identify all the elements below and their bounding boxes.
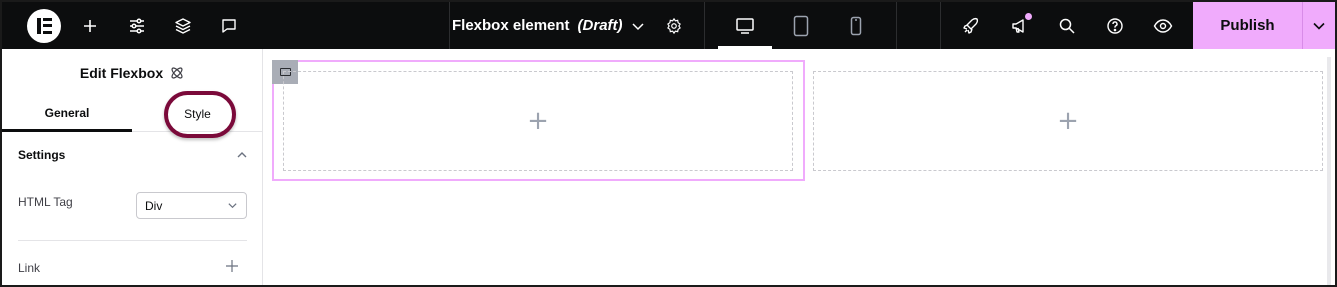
section-divider: [18, 240, 247, 241]
chevron-down-icon: [1313, 22, 1325, 30]
document-name: Flexbox element: [452, 17, 570, 34]
desktop-view-button[interactable]: [731, 2, 759, 49]
chevron-down-icon: [228, 203, 237, 209]
link-label: Link: [18, 261, 41, 275]
plus-icon: [226, 260, 238, 272]
layers-icon: [175, 17, 191, 34]
document-status: (Draft): [577, 17, 623, 34]
help-button[interactable]: [1102, 2, 1128, 49]
settings-section-label: Settings: [18, 148, 66, 162]
plus-icon: [84, 19, 96, 32]
sliders-icon: [130, 17, 144, 34]
preview-button[interactable]: [1150, 2, 1176, 49]
add-element-button[interactable]: [78, 2, 102, 49]
add-element-plus[interactable]: +: [1057, 108, 1079, 134]
top-bar: Flexbox element (Draft) Publish: [2, 2, 1335, 49]
desktop-icon: [736, 17, 754, 34]
help-icon: [1107, 17, 1123, 34]
panel-title: Edit Flexbox: [79, 65, 164, 81]
mobile-view-button[interactable]: [842, 2, 870, 49]
speech-bubble-icon: [222, 18, 236, 33]
flexbox-container-1[interactable]: +: [283, 71, 793, 171]
settings-section-toggle[interactable]: Settings: [18, 146, 248, 164]
tablet-icon: [793, 15, 809, 36]
document-title-dropdown[interactable]: Flexbox element (Draft): [452, 2, 692, 49]
elementor-logo-icon: [27, 8, 61, 43]
search-button[interactable]: [1054, 2, 1080, 49]
chevron-up-icon: [237, 152, 247, 158]
mobile-icon: [850, 16, 862, 35]
tablet-view-button[interactable]: [787, 2, 815, 49]
style-tab-highlight-annotation: [164, 91, 236, 138]
canvas-scrollbar[interactable]: [1327, 57, 1331, 285]
whats-new-button[interactable]: [1006, 2, 1032, 49]
launchpad-button[interactable]: [958, 2, 984, 49]
notes-button[interactable]: [217, 2, 241, 49]
page-settings-button[interactable]: [662, 2, 686, 49]
publish-button[interactable]: Publish: [1193, 2, 1302, 49]
html-tag-value: Div: [145, 198, 163, 213]
structure-button[interactable]: [171, 2, 195, 49]
elementor-logo-button[interactable]: [26, 2, 62, 49]
html-tag-select[interactable]: Div: [136, 192, 247, 219]
notification-dot: [1025, 13, 1032, 20]
eye-icon: [1153, 18, 1173, 33]
site-settings-button[interactable]: [125, 2, 149, 49]
gear-icon: [667, 17, 681, 34]
rocket-icon: [963, 17, 978, 34]
add-element-plus[interactable]: +: [527, 108, 549, 134]
flexbox-atom-icon: [171, 67, 183, 79]
flexbox-container-2[interactable]: +: [813, 71, 1323, 171]
editor-panel: Edit Flexbox General Style Settings HTML…: [2, 49, 263, 285]
chevron-down-icon: [632, 22, 644, 30]
html-tag-label: HTML Tag: [18, 195, 73, 209]
publish-options-button[interactable]: [1302, 2, 1335, 49]
tab-general[interactable]: General: [2, 96, 132, 132]
search-icon: [1059, 18, 1075, 34]
editor-window: Flexbox element (Draft) Publish Edit Fle…: [0, 0, 1337, 287]
panel-header: Edit Flexbox: [2, 63, 263, 83]
add-link-button[interactable]: [225, 259, 239, 273]
